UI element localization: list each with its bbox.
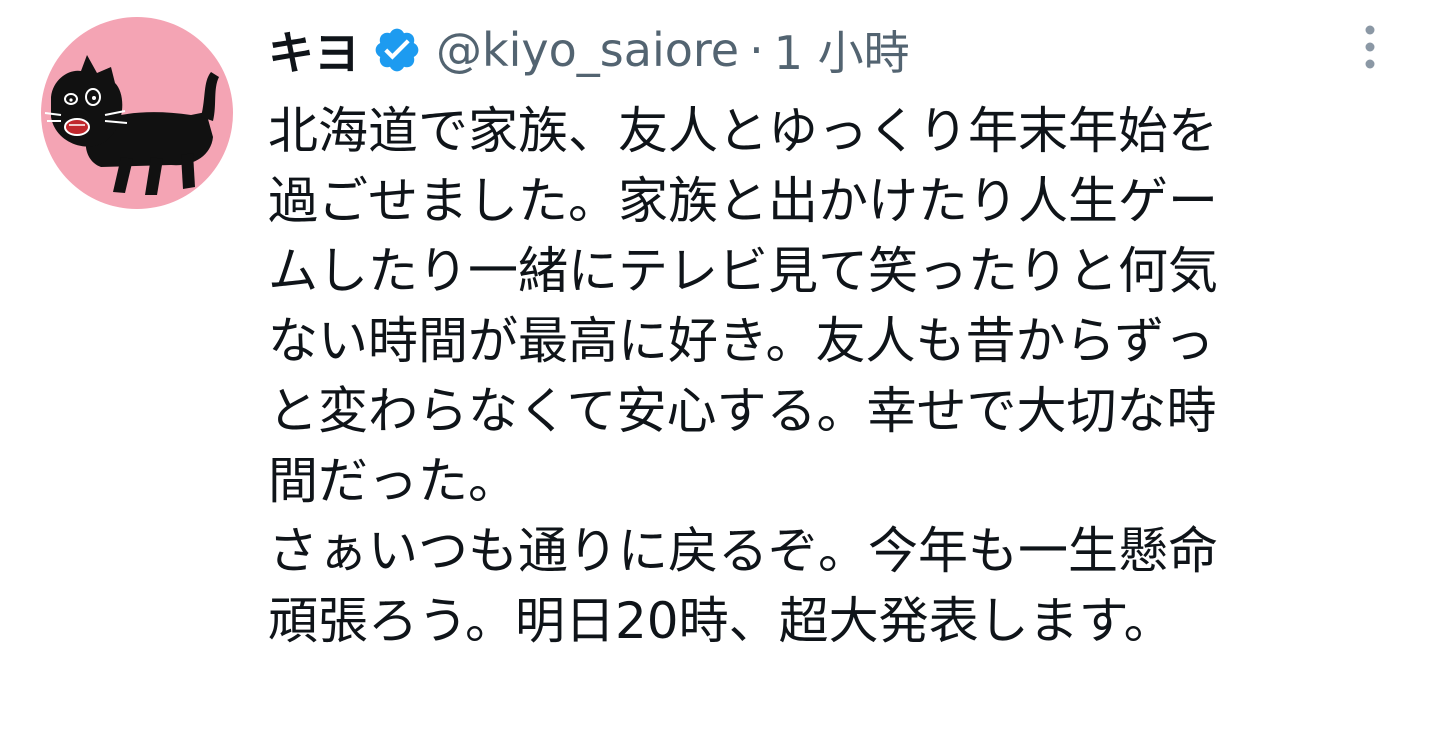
tweet-body-line: 間だった。 bbox=[268, 452, 518, 510]
verified-badge-icon bbox=[372, 25, 422, 75]
separator-dot: · bbox=[749, 23, 764, 77]
avatar[interactable] bbox=[41, 17, 233, 209]
tweet-card[interactable]: キヨ @kiyo_saiore · 1 小時 北海道で家族、友人とゆっくり年末年… bbox=[0, 0, 1439, 750]
display-name[interactable]: キヨ bbox=[268, 17, 360, 83]
tweet-body: 北海道で家族、友人とゆっくり年末年始を 過ごせました。家族と出かけたり人生ゲー … bbox=[268, 96, 1388, 656]
tweet-body-line: ムしたり一緒にテレビ見て笑ったりと何気 bbox=[268, 242, 1218, 300]
tweet-body-line: 過ごせました。家族と出かけたり人生ゲー bbox=[268, 172, 1218, 230]
tweet-header: キヨ @kiyo_saiore · 1 小時 bbox=[268, 14, 910, 86]
timestamp[interactable]: 1 小時 bbox=[774, 17, 910, 83]
tweet-body-line: ない時間が最高に好き。友人も昔からずっ bbox=[268, 312, 1215, 370]
user-handle[interactable]: @kiyo_saiore bbox=[436, 23, 739, 77]
tweet-body-line: さぁいつも通りに戻るぞ。今年も一生懸命 bbox=[268, 522, 1218, 580]
tweet-body-line: 頑張ろう。明日20時、超大発表します。 bbox=[268, 592, 1174, 650]
tweet-body-line: と変わらなくて安心する。幸せで大切な時 bbox=[268, 382, 1217, 440]
vertical-ellipsis-icon[interactable] bbox=[1352, 22, 1388, 72]
tweet-body-line: 北海道で家族、友人とゆっくり年末年始を bbox=[268, 102, 1218, 160]
black-cat-avatar-icon bbox=[44, 55, 219, 195]
